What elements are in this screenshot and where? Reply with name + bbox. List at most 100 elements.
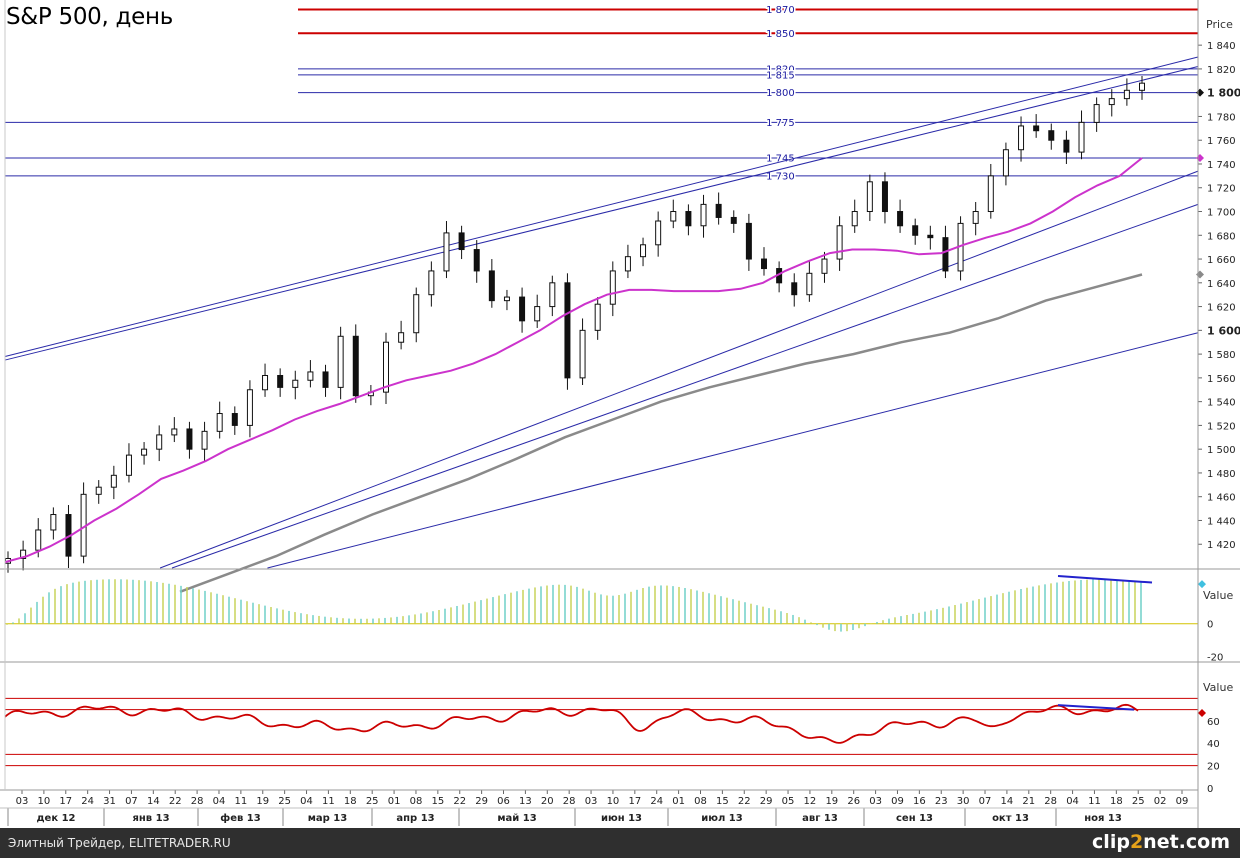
x-tick-label: 09 <box>1176 796 1189 807</box>
candle-body <box>458 232 465 251</box>
x-month-label: ноя 13 <box>1084 813 1122 824</box>
x-tick-label: 25 <box>366 796 379 807</box>
x-tick-label: 28 <box>563 796 576 807</box>
y-tick-label: 1 660 <box>1207 255 1236 266</box>
y-tick-label: 1 420 <box>1207 540 1236 551</box>
x-month-label: сен 13 <box>896 813 933 824</box>
candle-body <box>534 306 541 322</box>
candle-body <box>987 175 994 213</box>
y-axis-title: Price <box>1206 18 1233 31</box>
candle-body <box>1108 98 1115 106</box>
candle-body <box>836 225 843 260</box>
y-tick-label: 1 680 <box>1207 231 1236 242</box>
rsi-axis-title: Value <box>1203 681 1233 694</box>
candle-body <box>201 430 208 450</box>
candle-body <box>670 211 677 222</box>
x-month-label: авг 13 <box>802 813 838 824</box>
x-tick-label: 04 <box>213 796 226 807</box>
candle-body <box>125 454 132 476</box>
x-month-label: апр 13 <box>396 813 434 824</box>
x-tick-label: 31 <box>103 796 116 807</box>
x-tick-label: 10 <box>38 796 51 807</box>
x-tick-label: 28 <box>1044 796 1057 807</box>
x-tick-label: 18 <box>1110 796 1123 807</box>
candle-body <box>413 294 420 334</box>
candle-body <box>655 220 662 246</box>
x-tick-label: 11 <box>322 796 335 807</box>
y-tick-label: 1 480 <box>1207 469 1236 480</box>
candle-body <box>216 413 223 432</box>
candle-body <box>50 514 57 531</box>
x-tick-label: 16 <box>913 796 926 807</box>
candle-body <box>579 329 586 379</box>
candle-body <box>866 181 873 213</box>
candle-body <box>594 303 601 331</box>
y-tick-label: 1 460 <box>1207 493 1236 504</box>
rsi-tick-label: 60 <box>1207 717 1220 728</box>
x-tick-label: 15 <box>431 796 444 807</box>
candle-body <box>337 335 344 388</box>
x-tick-label: 05 <box>782 796 795 807</box>
candle-body <box>942 237 949 272</box>
y-tick-label: 1 640 <box>1207 279 1236 290</box>
x-tick-label: 29 <box>760 796 773 807</box>
candle-body <box>897 211 904 227</box>
candle-body <box>1018 125 1025 151</box>
clip2net-logo[interactable]: clip2net.com <box>1092 831 1230 853</box>
x-month-label: фев 13 <box>220 812 260 824</box>
x-tick-label: 29 <box>475 796 488 807</box>
x-tick-label: 20 <box>541 796 554 807</box>
footer-bar: Элитный Трейдер, ELITETRADER.RU clip2net… <box>0 828 1240 858</box>
x-tick-label: 07 <box>125 796 138 807</box>
candle-body <box>246 389 253 426</box>
candle-body <box>806 272 813 296</box>
x-tick-label: 21 <box>1022 796 1035 807</box>
x-tick-label: 08 <box>694 796 707 807</box>
candle-body <box>624 256 631 272</box>
x-tick-label: 22 <box>738 796 751 807</box>
x-tick-label: 10 <box>607 796 620 807</box>
candle-body <box>277 374 284 388</box>
x-tick-label: 23 <box>935 796 948 807</box>
candle-body <box>503 296 510 302</box>
x-tick-label: 03 <box>16 796 29 807</box>
candle-body <box>322 371 329 388</box>
x-month-label: июл 13 <box>701 813 742 824</box>
y-tick-label: 1 520 <box>1207 421 1236 432</box>
x-tick-label: 17 <box>59 796 72 807</box>
x-tick-label: 03 <box>869 796 882 807</box>
x-tick-label: 22 <box>169 796 182 807</box>
y-tick-label: 1 500 <box>1207 445 1236 456</box>
x-tick-label: 26 <box>847 796 860 807</box>
x-tick-label: 17 <box>628 796 641 807</box>
candle-body <box>927 234 934 239</box>
x-month-label: июн 13 <box>601 813 642 824</box>
level-label: 1 800 <box>766 88 795 99</box>
x-tick-label: 19 <box>256 796 269 807</box>
rsi-tick-label: 40 <box>1207 739 1220 750</box>
candle-body <box>428 270 435 296</box>
level-label: 1 730 <box>766 171 795 182</box>
x-tick-label: 06 <box>497 796 510 807</box>
candle-body <box>912 225 919 236</box>
candle-body <box>473 249 480 272</box>
candle-body <box>609 270 616 305</box>
x-tick-label: 25 <box>278 796 291 807</box>
candle-body <box>1139 82 1145 91</box>
candle-body <box>519 296 526 322</box>
x-tick-label: 01 <box>672 796 685 807</box>
logo-two: 2 <box>1129 831 1144 853</box>
x-tick-label: 11 <box>1088 796 1101 807</box>
footer-credit: Элитный Трейдер, ELITETRADER.RU <box>8 836 231 850</box>
candle-body <box>141 448 148 456</box>
candle-body <box>700 203 707 227</box>
x-tick-label: 24 <box>81 796 94 807</box>
candle-body <box>1063 139 1070 153</box>
candle-body <box>1002 149 1009 177</box>
candle-body <box>1093 104 1100 123</box>
candle-body <box>292 379 299 388</box>
y-tick-label: 1 600 <box>1207 324 1240 337</box>
y-tick-label: 1 620 <box>1207 303 1236 314</box>
candle-body <box>35 529 42 551</box>
candle-body <box>821 258 828 274</box>
